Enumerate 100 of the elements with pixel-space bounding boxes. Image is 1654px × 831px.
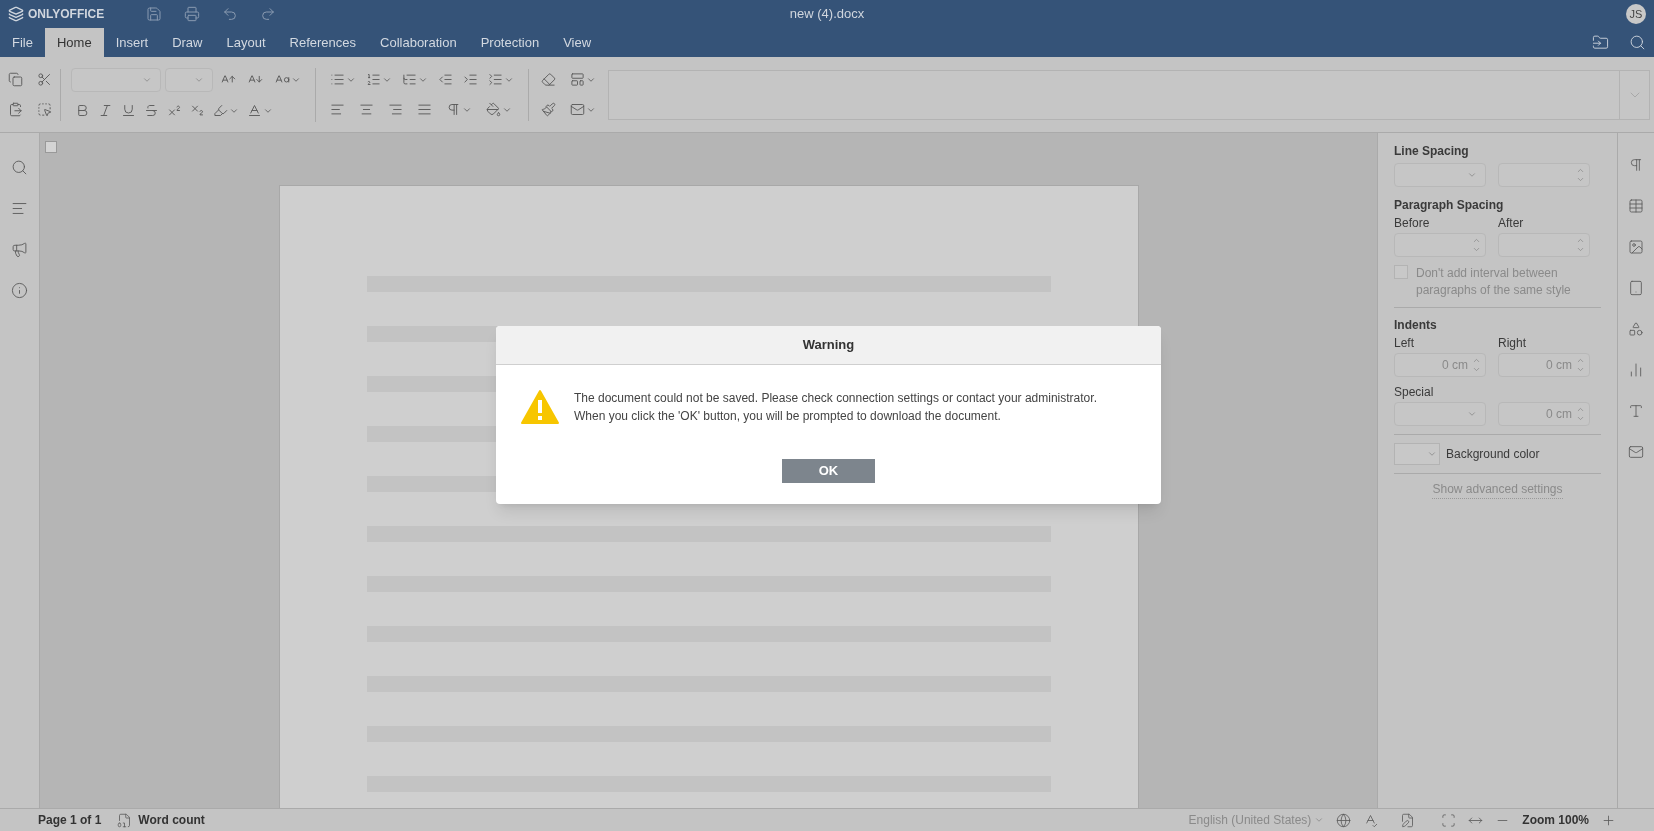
dropdown-field[interactable] — [1394, 163, 1486, 187]
number-field[interactable] — [1394, 233, 1486, 257]
document-title: new (4).docx — [789, 5, 865, 24]
dropdown-field[interactable] — [165, 67, 213, 92]
field-label: Before — [1394, 215, 1431, 232]
outdent-icon — [438, 72, 453, 87]
align-left-icon — [330, 102, 345, 117]
up-caret-icon[interactable] — [1472, 356, 1481, 365]
up-caret-icon[interactable] — [1576, 356, 1585, 365]
line-spacing-icon — [488, 72, 503, 87]
logo-icon — [8, 6, 24, 22]
menu-tab[interactable]: Insert — [103, 28, 161, 57]
menu-tab[interactable]: Protection — [468, 28, 552, 57]
mail-merge-icon — [570, 102, 585, 117]
eraser-icon — [541, 72, 556, 87]
user-avatar[interactable]: JS — [1626, 4, 1646, 24]
image-icon[interactable] — [1628, 239, 1644, 255]
down-caret-icon[interactable] — [1472, 365, 1481, 374]
text-art-icon[interactable] — [1628, 403, 1644, 419]
number-field[interactable] — [1498, 163, 1590, 187]
caret-icon — [1467, 170, 1477, 180]
italic-icon — [98, 103, 113, 118]
chart-icon[interactable] — [1628, 362, 1644, 378]
warning-icon — [520, 389, 560, 425]
justify-icon — [417, 102, 432, 117]
menu-tab[interactable]: Draw — [160, 28, 215, 57]
down-caret-icon[interactable] — [1576, 175, 1585, 184]
shading-icon — [486, 102, 501, 117]
zoom-in-icon[interactable] — [1601, 812, 1616, 828]
underline-icon — [121, 103, 136, 118]
up-caret-icon[interactable] — [1576, 236, 1585, 245]
down-caret-icon[interactable] — [1472, 245, 1481, 254]
menu-tab[interactable]: View — [551, 28, 604, 57]
save-icon[interactable] — [146, 6, 162, 22]
word-count-icon[interactable] — [117, 812, 133, 828]
globe-icon[interactable] — [1336, 812, 1352, 828]
navigation-icon[interactable] — [11, 200, 28, 217]
pilcrow-icon[interactable] — [1628, 157, 1644, 173]
up-caret-icon[interactable] — [1472, 236, 1481, 245]
word-count-button[interactable]: Word count — [138, 811, 205, 829]
table-icon[interactable] — [1628, 198, 1644, 214]
header-footer-icon[interactable] — [1628, 280, 1644, 296]
menu-tab[interactable]: File — [0, 28, 45, 57]
highlighter-icon — [213, 103, 228, 118]
redo-icon[interactable] — [260, 6, 276, 22]
dialog-title: Warning — [802, 336, 855, 355]
caret-icon — [1467, 409, 1477, 419]
mail-icon[interactable] — [1628, 444, 1644, 460]
numbered-list-icon — [366, 72, 381, 87]
app-logo: ONLYOFFICE — [28, 6, 105, 23]
copy-icon — [8, 72, 23, 87]
undo-icon[interactable] — [222, 6, 238, 22]
dialog-message: When you click the 'OK' button, you will be prompted to download the document. — [574, 408, 1002, 425]
format-painter-icon — [541, 102, 556, 117]
up-caret-icon[interactable] — [1576, 405, 1585, 414]
subscript-icon — [190, 103, 205, 118]
number-field[interactable] — [1498, 233, 1590, 257]
bold-icon — [75, 103, 90, 118]
fit-page-icon[interactable] — [1441, 812, 1457, 828]
field-label: Special — [1394, 384, 1435, 401]
down-caret-icon[interactable] — [1576, 245, 1585, 254]
section-title: Line Spacing — [1394, 143, 1470, 160]
caret-icon[interactable] — [1314, 815, 1325, 825]
tab-stop-marker[interactable] — [45, 141, 57, 153]
print-icon[interactable] — [184, 6, 200, 22]
ok-button[interactable]: OK — [782, 459, 875, 483]
shapes-icon[interactable] — [1628, 321, 1644, 337]
down-caret-icon[interactable] — [1576, 414, 1585, 423]
menu-tab[interactable]: Home — [44, 28, 104, 57]
spellcheck-icon[interactable] — [1363, 812, 1379, 828]
track-changes-icon[interactable] — [1400, 812, 1416, 828]
down-caret-icon[interactable] — [1576, 365, 1585, 374]
color-picker[interactable] — [1394, 443, 1440, 465]
style-gallery[interactable] — [608, 69, 1650, 120]
menu-tab[interactable]: Collaboration — [368, 28, 469, 57]
font-color-icon — [247, 103, 262, 118]
search-icon[interactable] — [1629, 34, 1646, 51]
open-location-icon[interactable] — [1592, 34, 1609, 51]
caret-icon — [1427, 449, 1437, 459]
strikethrough-icon — [144, 103, 159, 118]
search-icon[interactable] — [11, 159, 28, 176]
info-icon[interactable] — [11, 282, 28, 299]
select-all-icon — [37, 102, 52, 117]
menu-tab[interactable]: Layout — [214, 28, 278, 57]
field-label: Right — [1498, 335, 1526, 352]
bullet-list-icon — [330, 72, 345, 87]
multilevel-list-icon — [402, 72, 417, 87]
field-label: Background color — [1446, 446, 1540, 463]
page-indicator: Page 1 of 1 — [38, 812, 102, 829]
megaphone-icon[interactable] — [11, 241, 28, 258]
field-label: After — [1498, 215, 1524, 232]
cut-icon — [37, 72, 52, 87]
styles-icon — [570, 72, 585, 87]
up-caret-icon[interactable] — [1576, 166, 1585, 175]
zoom-level: Zoom 100% — [1522, 812, 1589, 829]
menu-tab[interactable]: References — [277, 28, 369, 57]
dropdown-field[interactable] — [71, 67, 161, 92]
dialog-message: The document could not be saved. Please check connection settings or contact your administrator. — [574, 390, 1097, 407]
section-title: Paragraph Spacing — [1394, 197, 1505, 214]
dropdown-field[interactable] — [1394, 402, 1486, 426]
